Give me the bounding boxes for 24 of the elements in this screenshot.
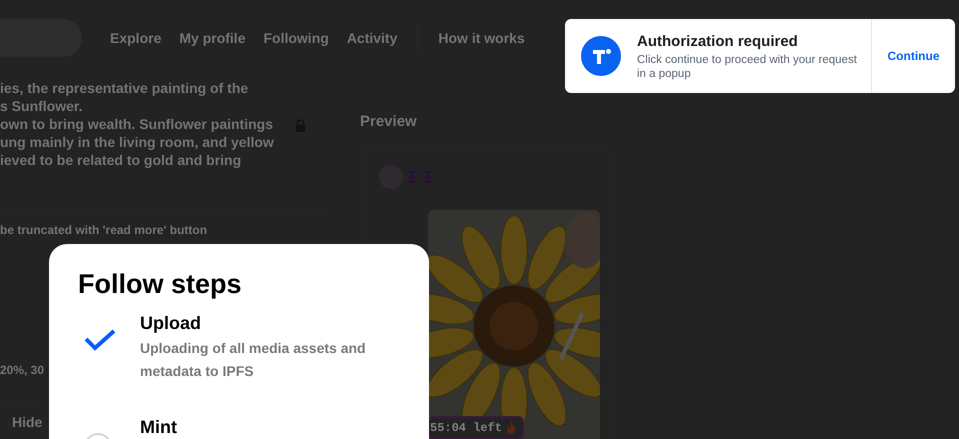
toast-message: Click continue to proceed with your request in a popup: [637, 52, 857, 80]
step-title: Upload: [140, 312, 202, 334]
description-line: own to bring wealth. Sunflower paintings: [0, 115, 273, 133]
preview-title: Preview: [360, 112, 418, 132]
hint-text: be truncated with 'read more' button: [0, 222, 208, 239]
step-title: Mint: [140, 416, 177, 438]
hide-button[interactable]: Hide: [12, 412, 42, 433]
flame-icon: [506, 421, 516, 434]
nav-link[interactable]: Following: [263, 28, 329, 48]
continue-button[interactable]: Continue: [872, 19, 955, 93]
description-line: ieved to be related to gold and bring: [0, 151, 242, 169]
nav-link[interactable]: My profile: [179, 28, 246, 48]
royalties-text: 20%, 30: [0, 362, 44, 379]
nav-link[interactable]: Explore: [110, 28, 162, 48]
description-line: ung mainly in the living room, and yellow: [0, 133, 274, 151]
description-line: s Sunflower.: [0, 97, 82, 115]
toast-title: Authorization required: [637, 32, 799, 50]
nav-link[interactable]: Activity: [346, 28, 398, 48]
dialog-title: Follow steps: [78, 268, 243, 300]
timer-badge: 55:04 left: [428, 416, 524, 439]
step-description: Uploading of all media assets and metadata to IPFS: [140, 339, 367, 381]
app-logo-icon: [581, 36, 621, 76]
nav-link[interactable]: How it works: [438, 28, 525, 48]
description-line: ies, the representative painting of the: [0, 79, 248, 97]
